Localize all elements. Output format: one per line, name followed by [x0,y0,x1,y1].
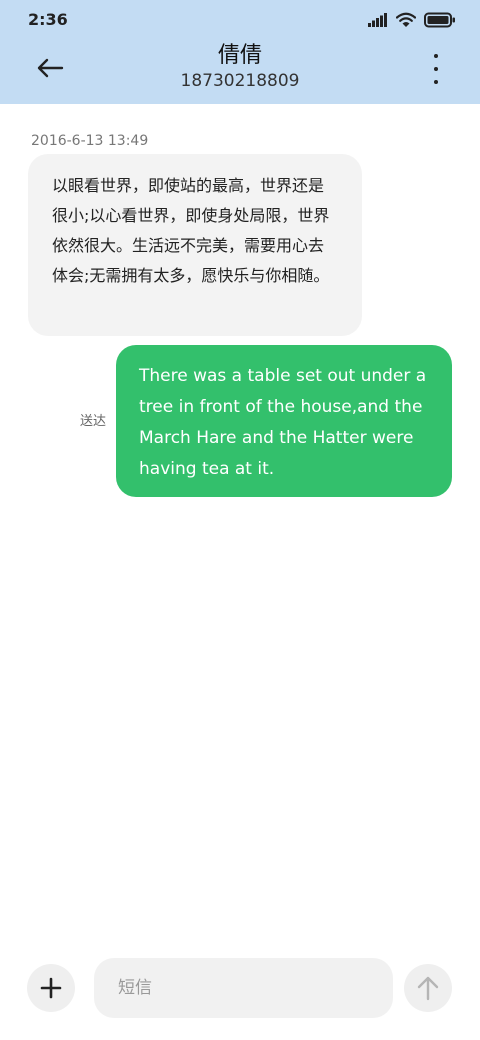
more-vertical-icon [434,54,438,58]
status-icons [368,10,456,30]
signal-icon [368,13,387,27]
delivery-status: 送达 [80,414,107,429]
status-bar: 2:36 [0,0,480,40]
back-arrow-icon [37,58,64,78]
sms-input[interactable] [94,958,393,1018]
status-time: 2:36 [28,10,68,29]
messaging-screen: 2:36 倩倩 18730218809 2016-6-13 13:49 以眼看世… [0,0,480,1040]
title-bar: 倩倩 18730218809 [0,40,480,104]
incoming-message-bubble[interactable]: 以眼看世界，即使站的最高，世界还是很小;以心看世界，即使身处局限，世界依然很大。… [28,154,362,336]
add-attachment-button[interactable] [27,964,75,1012]
message-timestamp: 2016-6-13 13:49 [31,133,149,149]
back-button[interactable] [30,52,70,84]
outgoing-message-bubble[interactable]: There was a table set out under a tree i… [116,345,452,497]
more-options-button[interactable] [428,54,444,84]
send-button[interactable] [404,964,452,1012]
header-area: 2:36 倩倩 18730218809 [0,0,480,104]
wifi-icon [396,12,416,27]
contact-name: 倩倩 [217,43,262,68]
plus-icon [40,977,62,999]
battery-icon [424,12,455,28]
contact-number: 18730218809 [180,71,300,91]
send-arrow-up-icon [417,976,439,1001]
